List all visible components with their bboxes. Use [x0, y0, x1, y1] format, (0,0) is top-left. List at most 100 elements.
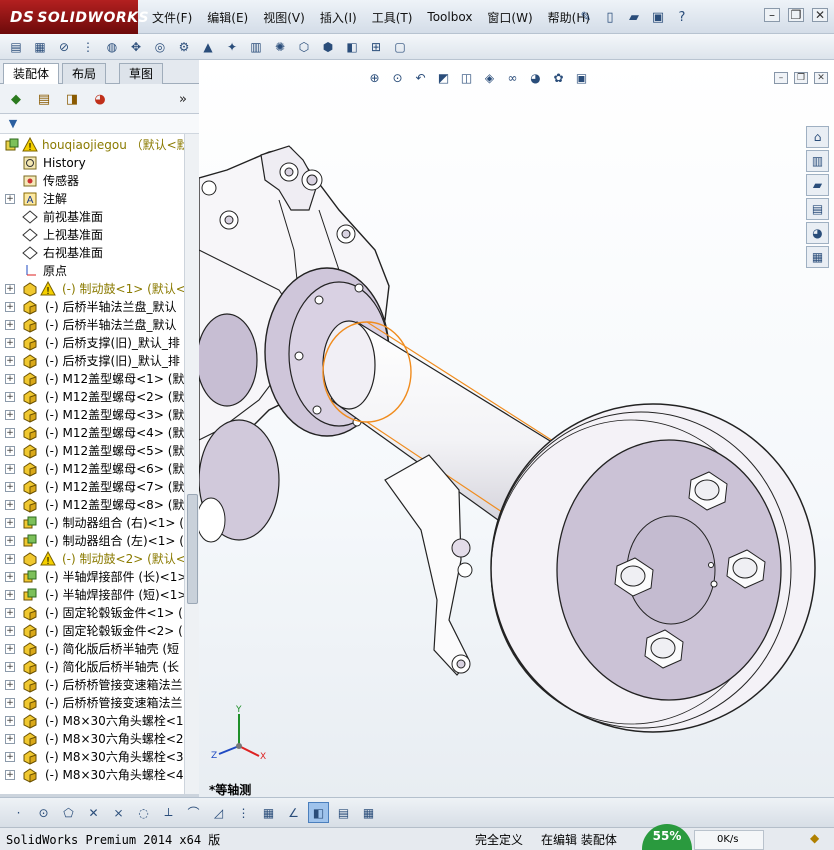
open-folder-icon[interactable]: ▰: [623, 6, 645, 28]
expand-toggle-icon[interactable]: +: [5, 608, 15, 618]
new-document-icon[interactable]: ▯: [599, 6, 621, 28]
tree-item[interactable]: 右视基准面: [0, 244, 184, 262]
tree-item[interactable]: + (-) 后桥半轴法兰盘_默认: [0, 316, 184, 334]
tree-item[interactable]: + (-) 固定轮毂钣金件<1> (: [0, 604, 184, 622]
tree-item[interactable]: + (-) M8×30六角头螺栓<3>: [0, 748, 184, 766]
tree-root-assembly[interactable]: ! houqiaojiegou （默认<默认: [0, 136, 184, 154]
expand-toggle-icon[interactable]: +: [5, 374, 15, 384]
tree-item[interactable]: + (-) 后桥半轴法兰盘_默认: [0, 298, 184, 316]
tree-item[interactable]: History: [0, 154, 184, 172]
clearance-icon[interactable]: ⬢: [318, 37, 338, 57]
graphics-viewport[interactable]: Y X Z ⊕ ⊙ ↶ ◩ ◫ ◈ ∞ ◕ ✿ ▣ – ❐ ✕ ⌂ ▥ ▰ ▤ …: [199, 60, 834, 797]
tree-item[interactable]: + (-) 固定轮毂钣金件<2> (: [0, 622, 184, 640]
expand-toggle-icon[interactable]: +: [5, 716, 15, 726]
linear-pattern-icon[interactable]: ⋮: [78, 37, 98, 57]
instant3d-icon[interactable]: ◧: [342, 37, 362, 57]
section-icon[interactable]: ▤: [333, 802, 354, 823]
menu-window[interactable]: 窗口(W): [487, 9, 532, 26]
property-manager-icon[interactable]: ▤: [33, 88, 55, 110]
menu-insert[interactable]: 插入(I): [320, 9, 357, 26]
smart-fasteners-icon[interactable]: ◍: [102, 37, 122, 57]
view-orientation-icon[interactable]: ◫: [456, 68, 477, 88]
tree-item[interactable]: + (-) 半轴焊接部件 (长)<1>: [0, 568, 184, 586]
tree-item[interactable]: + (-) M8×30六角头螺栓<1>: [0, 712, 184, 730]
trim-icon[interactable]: ⨯: [108, 802, 129, 823]
expand-toggle-icon[interactable]: +: [5, 626, 15, 636]
expand-panel-icon[interactable]: »: [172, 88, 194, 110]
offset-icon[interactable]: ◌: [133, 802, 154, 823]
expand-toggle-icon[interactable]: +: [5, 752, 15, 762]
expand-toggle-icon[interactable]: +: [5, 698, 15, 708]
display-manager-icon[interactable]: ◕: [89, 88, 111, 110]
filter-icon[interactable]: ▼: [6, 113, 20, 133]
tree-item[interactable]: +! (-) 制动鼓<1> (默认<: [0, 280, 184, 298]
expand-toggle-icon[interactable]: +: [5, 284, 15, 294]
feature-manager-tree-icon[interactable]: ◆: [5, 88, 27, 110]
expand-toggle-icon[interactable]: +: [5, 482, 15, 492]
save-icon[interactable]: ▣: [647, 6, 669, 28]
tree-item[interactable]: + (-) 简化版后桥半轴壳 (长: [0, 658, 184, 676]
edit-appearance-icon[interactable]: ◕: [525, 68, 546, 88]
bill-of-materials-icon[interactable]: ▥: [246, 37, 266, 57]
expand-toggle-icon[interactable]: +: [5, 680, 15, 690]
tab-assembly[interactable]: 装配体: [3, 63, 60, 85]
solidworks-resources-icon[interactable]: ⌂: [806, 126, 829, 148]
view-settings-icon[interactable]: ▣: [571, 68, 592, 88]
tree-item[interactable]: 原点: [0, 262, 184, 280]
close-icon[interactable]: ✕: [812, 8, 828, 22]
hide-show-items-icon[interactable]: ∞: [502, 68, 523, 88]
expand-toggle-icon[interactable]: +: [5, 338, 15, 348]
tree-item[interactable]: 前视基准面: [0, 208, 184, 226]
expand-toggle-icon[interactable]: +: [5, 518, 15, 528]
tree-item[interactable]: + (-) 后桥桥管接变速箱法兰: [0, 676, 184, 694]
design-library-icon[interactable]: ▥: [806, 150, 829, 172]
tree-item[interactable]: + (-) M12盖型螺母<3> (默认: [0, 406, 184, 424]
tree-item[interactable]: + (-) M12盖型螺母<6> (默认: [0, 460, 184, 478]
tree-item[interactable]: +! (-) 制动鼓<2> (默认<: [0, 550, 184, 568]
scrollbar-thumb[interactable]: [187, 494, 198, 604]
tree-item[interactable]: + (-) M12盖型螺母<4> (默认: [0, 424, 184, 442]
zoom-to-fit-icon[interactable]: ⊕: [364, 68, 385, 88]
tree-item[interactable]: + (-) 后桥支撑(旧)_默认_排: [0, 334, 184, 352]
tree-item[interactable]: + (-) M12盖型螺母<8> (默认: [0, 496, 184, 514]
previous-view-icon[interactable]: ↶: [410, 68, 431, 88]
show-hidden-icon[interactable]: ◎: [150, 37, 170, 57]
reference-geometry-icon[interactable]: ▲: [198, 37, 218, 57]
tree-item[interactable]: + A 注解: [0, 190, 184, 208]
tree-scrollbar[interactable]: [184, 134, 199, 794]
tree-item[interactable]: + (-) M12盖型螺母<2> (默认: [0, 388, 184, 406]
circle-icon[interactable]: ⊙: [33, 802, 54, 823]
section-view-icon[interactable]: ◩: [433, 68, 454, 88]
zoom-to-area-icon[interactable]: ⊙: [387, 68, 408, 88]
expand-toggle-icon[interactable]: +: [5, 662, 15, 672]
exploded-view-icon[interactable]: ✺: [270, 37, 290, 57]
expand-toggle-icon[interactable]: +: [5, 572, 15, 582]
chamfer-icon[interactable]: ◿: [208, 802, 229, 823]
3d-view-icon[interactable]: ◧: [308, 802, 329, 823]
expand-toggle-icon[interactable]: +: [5, 500, 15, 510]
display-style-icon[interactable]: ◈: [479, 68, 500, 88]
menu-view[interactable]: 视图(V): [263, 9, 305, 26]
insert-component-icon[interactable]: ▦: [30, 37, 50, 57]
restore-icon[interactable]: ❐: [788, 8, 804, 22]
fillet-icon[interactable]: ⌒: [183, 802, 204, 823]
expand-toggle-icon[interactable]: +: [5, 554, 15, 564]
tree-item[interactable]: + (-) M8×30六角头螺栓<2>: [0, 730, 184, 748]
apply-scene-icon[interactable]: ✿: [548, 68, 569, 88]
view-palette-icon[interactable]: ▤: [806, 198, 829, 220]
tree-item[interactable]: + (-) M12盖型螺母<1> (默认: [0, 370, 184, 388]
tree-item[interactable]: + (-) M12盖型螺母<7> (默认: [0, 478, 184, 496]
file-explorer-icon[interactable]: ▰: [806, 174, 829, 196]
minimize-icon[interactable]: –: [764, 8, 780, 22]
interference-icon[interactable]: ⬡: [294, 37, 314, 57]
grid-icon[interactable]: ▦: [258, 802, 279, 823]
expand-toggle-icon[interactable]: +: [5, 590, 15, 600]
expand-toggle-icon[interactable]: +: [5, 194, 15, 204]
tree-item[interactable]: + (-) 简化版后桥半轴壳 (短: [0, 640, 184, 658]
tab-layout[interactable]: 布局: [62, 63, 107, 84]
tree-item[interactable]: + (-) 制动器组合 (左)<1> (: [0, 532, 184, 550]
expand-toggle-icon[interactable]: +: [5, 320, 15, 330]
custom-properties-icon[interactable]: ▦: [806, 246, 829, 268]
smart-dimension-icon[interactable]: ⋮: [233, 802, 254, 823]
expand-toggle-icon[interactable]: +: [5, 392, 15, 402]
